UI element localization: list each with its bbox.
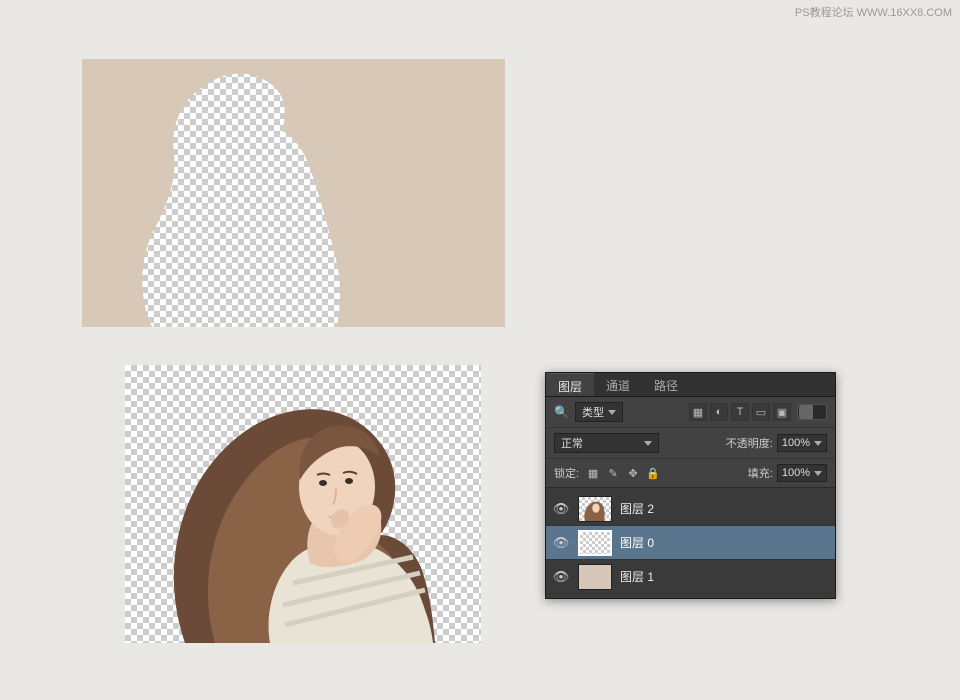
blend-mode-select[interactable]: 正常 xyxy=(554,433,659,453)
opacity-label: 不透明度: xyxy=(726,435,773,451)
layers-panel: 图层 通道 路径 🔍 类型 ▦ ◐ T ▭ ▣ 正常 不透明度: 100% xyxy=(545,372,836,599)
filter-kind-select[interactable]: 类型 xyxy=(575,402,623,422)
opacity-value: 100% xyxy=(782,437,810,449)
layer-thumbnail[interactable] xyxy=(578,530,612,556)
watermark-text: PS教程论坛 WWW.16XX8.COM xyxy=(795,4,952,20)
filter-icons: ▦ ◐ T ▭ ▣ xyxy=(689,403,791,421)
layer-thumbnail[interactable] xyxy=(578,564,612,590)
chevron-down-icon xyxy=(814,471,822,476)
opacity-group: 不透明度: 100% xyxy=(726,434,827,452)
filter-shape-icon[interactable]: ▭ xyxy=(752,403,770,421)
filter-kind-label: 类型 xyxy=(582,404,604,420)
filter-type-icon[interactable]: T xyxy=(731,403,749,421)
blend-opacity-row: 正常 不透明度: 100% xyxy=(546,428,835,459)
visibility-eye-icon[interactable]: 👁 xyxy=(552,534,570,552)
layer-filter-row: 🔍 类型 ▦ ◐ T ▭ ▣ xyxy=(546,397,835,428)
layer-name-text: 图层 2 xyxy=(620,500,654,517)
search-icon: 🔍 xyxy=(554,405,569,419)
tab-layers[interactable]: 图层 xyxy=(546,373,594,396)
layer-list: 👁 图层 2 👁 图层 0 👁 图层 1 xyxy=(546,488,835,598)
chevron-down-icon xyxy=(814,441,822,446)
lock-label: 锁定: xyxy=(554,465,579,481)
lock-all-icon[interactable]: 🔒 xyxy=(645,465,661,481)
preview-top-image xyxy=(82,59,505,327)
visibility-eye-icon[interactable]: 👁 xyxy=(552,500,570,518)
preview-bottom-image xyxy=(125,365,481,643)
fill-group: 填充: 100% xyxy=(748,464,827,482)
chevron-down-icon xyxy=(644,441,652,446)
blend-mode-value: 正常 xyxy=(561,435,583,451)
layer-item[interactable]: 👁 图层 0 xyxy=(546,526,835,560)
person-figure xyxy=(125,365,481,643)
filter-toggle[interactable] xyxy=(797,404,827,420)
lock-fill-row: 锁定: ▦ ✎ ✥ 🔒 填充: 100% xyxy=(546,459,835,488)
opacity-input[interactable]: 100% xyxy=(777,434,827,452)
layer-item[interactable]: 👁 图层 1 xyxy=(546,560,835,594)
lock-brush-icon[interactable]: ✎ xyxy=(605,465,621,481)
layer-item[interactable]: 👁 图层 2 xyxy=(546,492,835,526)
fill-value: 100% xyxy=(782,467,810,479)
tab-paths[interactable]: 路径 xyxy=(642,373,690,396)
layer-name-text: 图层 1 xyxy=(620,568,654,585)
filter-pixel-icon[interactable]: ▦ xyxy=(689,403,707,421)
lock-transparency-icon[interactable]: ▦ xyxy=(585,465,601,481)
tab-channels[interactable]: 通道 xyxy=(594,373,642,396)
layer-name-text: 图层 0 xyxy=(620,534,654,551)
silhouette-cutout xyxy=(82,59,505,327)
lock-move-icon[interactable]: ✥ xyxy=(625,465,641,481)
visibility-eye-icon[interactable]: 👁 xyxy=(552,568,570,586)
layer-thumbnail[interactable] xyxy=(578,496,612,522)
filter-smart-icon[interactable]: ▣ xyxy=(773,403,791,421)
fill-label: 填充: xyxy=(748,465,773,481)
fill-input[interactable]: 100% xyxy=(777,464,827,482)
filter-adjust-icon[interactable]: ◐ xyxy=(710,403,728,421)
panel-tab-strip: 图层 通道 路径 xyxy=(546,373,835,397)
chevron-down-icon xyxy=(608,410,616,415)
